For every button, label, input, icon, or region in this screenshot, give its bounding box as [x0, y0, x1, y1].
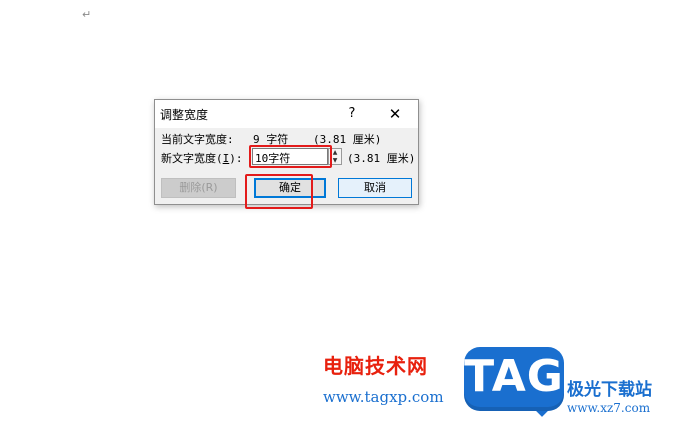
ok-highlight-box [245, 174, 313, 209]
new-width-cm: (3.81 厘米) [347, 152, 416, 165]
dialog-titlebar: 调整宽度 ? ✕ [155, 100, 418, 128]
input-highlight-box [249, 145, 332, 168]
new-width-label: 新文字宽度(I): [161, 152, 243, 165]
watermark-logo: TAG [464, 347, 564, 411]
dialog-title: 调整宽度 [160, 108, 209, 122]
current-width-label: 当前文字宽度: [161, 133, 234, 146]
watermark-site-name: 极光下载站 [567, 380, 652, 400]
watermark-title: 电脑技术网 [323, 354, 428, 378]
paragraph-mark: ↵ [82, 8, 92, 21]
help-button[interactable]: ? [341, 104, 363, 124]
watermark-site-url: www.xz7.com [567, 401, 651, 415]
cancel-button[interactable]: 取消 [338, 178, 412, 198]
delete-button[interactable]: 删除(R) [161, 178, 236, 198]
watermark-logo-text: TAG [464, 351, 564, 402]
watermark-url: www.tagxp.com [323, 388, 444, 406]
close-button[interactable]: ✕ [381, 104, 409, 124]
